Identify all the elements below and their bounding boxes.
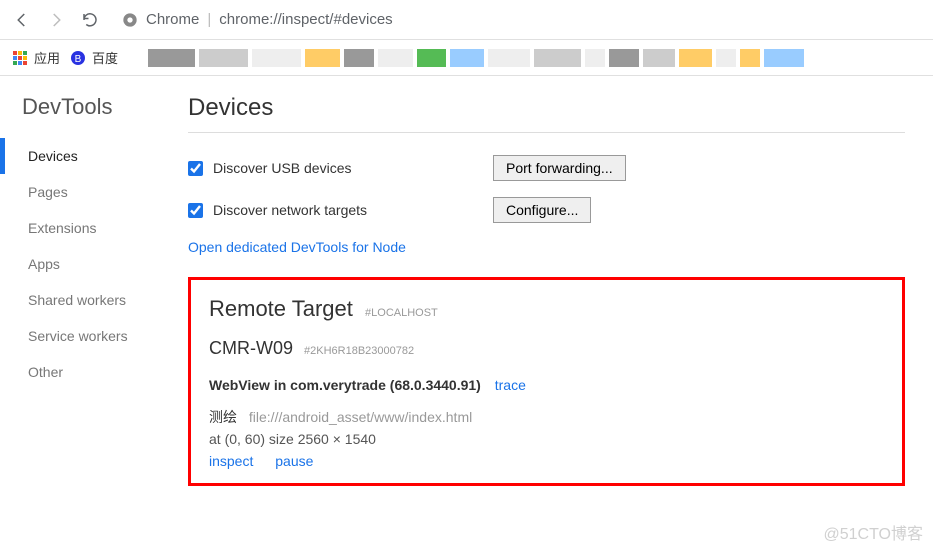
bookmark-placeholder[interactable] (344, 49, 374, 67)
bookmark-placeholder[interactable] (585, 49, 605, 67)
bookmark-placeholder[interactable] (417, 49, 446, 67)
bookmark-placeholder[interactable] (252, 49, 301, 67)
discover-network-label: Discover network targets (213, 202, 483, 218)
bookmark-placeholder[interactable] (740, 49, 760, 67)
trace-link[interactable]: trace (495, 377, 526, 393)
sidebar-title: DevTools (0, 94, 170, 138)
bookmark-placeholder[interactable] (609, 49, 639, 67)
remote-target-text: Remote Target (209, 296, 353, 321)
sidebar-item-other[interactable]: Other (0, 354, 170, 390)
bookmark-placeholder[interactable] (305, 49, 340, 67)
back-button[interactable] (10, 8, 34, 32)
forward-button[interactable] (44, 8, 68, 32)
bookmark-placeholder[interactable] (148, 49, 195, 67)
apps-shortcut[interactable]: 应用 (12, 48, 60, 67)
discover-network-checkbox[interactable] (188, 203, 203, 218)
sidebar-item-apps[interactable]: Apps (0, 246, 170, 282)
main-panel: Devices Discover USB devices Port forwar… (170, 76, 933, 506)
discover-usb-row: Discover USB devices Port forwarding... (188, 147, 905, 189)
remote-target-box: Remote Target #LOCALHOST CMR-W09 #2KH6R1… (188, 277, 905, 486)
bookmark-placeholder[interactable] (488, 49, 530, 67)
bookmark-strip (148, 49, 921, 67)
separator: | (207, 11, 211, 28)
page-entry-url: file:///android_asset/www/index.html (249, 409, 472, 425)
address-bar[interactable]: Chrome | chrome://inspect/#devices (112, 11, 923, 28)
browser-toolbar: Chrome | chrome://inspect/#devices (0, 0, 933, 40)
discover-usb-label: Discover USB devices (213, 160, 483, 176)
pause-link[interactable]: pause (275, 453, 313, 469)
page-entry: 测绘 file:///android_asset/www/index.html (209, 407, 884, 427)
bookmark-placeholder[interactable] (534, 49, 581, 67)
node-devtools-link[interactable]: Open dedicated DevTools for Node (188, 231, 406, 263)
discover-network-row: Discover network targets Configure... (188, 189, 905, 231)
bookmark-placeholder[interactable] (716, 49, 736, 67)
site-label: Chrome (146, 11, 199, 28)
bookmark-placeholder[interactable] (679, 49, 712, 67)
port-forwarding-button[interactable]: Port forwarding... (493, 155, 626, 181)
device-serial: #2KH6R18B23000782 (304, 345, 414, 357)
remote-target-heading: Remote Target #LOCALHOST (209, 296, 884, 322)
apps-label: 应用 (34, 48, 60, 67)
chrome-icon (122, 12, 138, 28)
baidu-icon: B (70, 50, 86, 66)
url-text: chrome://inspect/#devices (219, 11, 392, 28)
bookmark-placeholder[interactable] (450, 49, 484, 67)
reload-button[interactable] (78, 8, 102, 32)
sidebar-item-devices[interactable]: Devices (0, 138, 170, 174)
inspect-link[interactable]: inspect (209, 453, 253, 469)
discover-usb-checkbox[interactable] (188, 161, 203, 176)
localhost-tag: #LOCALHOST (365, 307, 438, 319)
baidu-label: 百度 (92, 48, 118, 67)
page-actions: inspect pause (209, 453, 884, 469)
page-title: Devices (188, 94, 905, 133)
page-entry-title: 测绘 (209, 409, 237, 425)
bookmark-placeholder[interactable] (378, 49, 413, 67)
webview-label: WebView in com.verytrade (68.0.3440.91) (209, 377, 481, 393)
webview-row: WebView in com.verytrade (68.0.3440.91) … (209, 377, 884, 393)
sidebar-item-service-workers[interactable]: Service workers (0, 318, 170, 354)
sidebar: DevTools DevicesPagesExtensionsAppsShare… (0, 76, 170, 506)
watermark: @51CTO博客 (823, 520, 923, 544)
configure-button[interactable]: Configure... (493, 197, 591, 223)
sidebar-item-pages[interactable]: Pages (0, 174, 170, 210)
bookmarks-bar: 应用 B 百度 (0, 40, 933, 76)
bookmark-placeholder[interactable] (764, 49, 804, 67)
sidebar-item-extensions[interactable]: Extensions (0, 210, 170, 246)
svg-text:B: B (75, 54, 82, 65)
bookmark-placeholder[interactable] (643, 49, 675, 67)
sidebar-item-shared-workers[interactable]: Shared workers (0, 282, 170, 318)
device-name: CMR-W09 (209, 338, 293, 358)
apps-icon (12, 50, 28, 66)
bookmark-baidu[interactable]: B 百度 (70, 48, 118, 67)
device-row: CMR-W09 #2KH6R18B23000782 (209, 338, 884, 359)
bookmark-placeholder[interactable] (199, 49, 248, 67)
page-meta: at (0, 60) size 2560 × 1540 (209, 431, 884, 447)
